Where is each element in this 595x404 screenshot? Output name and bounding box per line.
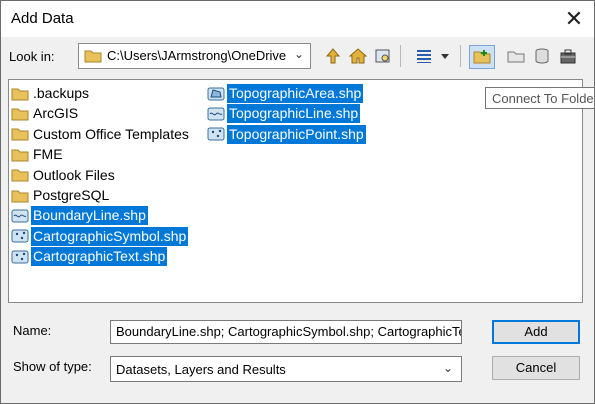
point-shapefile-icon — [11, 228, 29, 244]
point-shapefile-icon — [11, 249, 29, 265]
list-view-icon[interactable] — [413, 45, 435, 67]
list-item-label: ArcGIS — [33, 105, 79, 122]
name-input[interactable]: BoundaryLine.shp; CartographicSymbol.shp… — [110, 320, 462, 344]
title-bar: Add Data ✕ — [1, 1, 594, 37]
toolbox-icon[interactable] — [557, 45, 579, 67]
new-geodatabase-icon[interactable] — [531, 45, 553, 67]
connect-to-folder-icon[interactable] — [469, 45, 495, 69]
folder-icon — [11, 147, 29, 163]
list-item[interactable]: BoundaryLine.shp — [11, 206, 148, 226]
line-shapefile-icon — [207, 106, 225, 122]
catalog-view-icon[interactable] — [372, 45, 394, 67]
list-item[interactable]: PostgreSQL — [11, 186, 111, 205]
name-label: Name: — [13, 323, 52, 338]
show-of-type-label: Show of type: — [13, 359, 92, 374]
list-item-label: CartographicText.shp — [31, 247, 168, 267]
folder-icon — [11, 86, 29, 102]
folder-icon — [11, 188, 29, 204]
dialog-title: Add Data — [11, 10, 74, 27]
list-item[interactable]: TopographicLine.shp — [207, 104, 361, 124]
line-shapefile-icon — [11, 208, 29, 224]
chevron-down-icon: ⌄ — [442, 361, 453, 375]
list-item-label: TopographicPoint.shp — [227, 124, 366, 144]
view-dropdown-icon[interactable] — [437, 45, 453, 67]
point-shapefile-icon — [207, 126, 225, 142]
list-item[interactable]: .backups — [11, 84, 91, 103]
cancel-button[interactable]: Cancel — [492, 356, 580, 380]
add-button[interactable]: Add — [492, 320, 580, 344]
list-item[interactable]: FME — [11, 145, 65, 164]
connect-to-folder-tooltip: Connect To Folder — [485, 87, 595, 109]
list-item-label: PostgreSQL — [33, 187, 110, 203]
folder-icon — [11, 126, 29, 142]
up-one-level-icon[interactable] — [322, 45, 344, 67]
list-item-label: BoundaryLine.shp — [31, 206, 148, 226]
list-item-label: CartographicSymbol.shp — [31, 226, 189, 246]
list-item[interactable]: ArcGIS — [11, 104, 80, 123]
file-list[interactable]: .backups ArcGIS Custom Office Templates FME… — [8, 79, 583, 303]
list-item[interactable]: TopographicArea.shp — [207, 84, 364, 103]
new-folder-icon[interactable] — [505, 45, 527, 67]
add-data-dialog: Add Data ✕ Look in: C:\Users\JArmstrong\… — [0, 0, 595, 404]
list-item[interactable]: TopographicPoint.shp — [207, 124, 366, 144]
chevron-down-icon: ⌄ — [293, 47, 304, 61]
look-in-combo[interactable]: C:\Users\JArmstrong\OneDrive ⌄ — [78, 43, 311, 69]
show-of-type-value: Datasets, Layers and Results — [116, 362, 286, 377]
list-item[interactable]: Outlook Files — [11, 166, 117, 185]
list-item-label: Custom Office Templates — [33, 125, 189, 142]
list-item[interactable]: CartographicText.shp — [11, 247, 168, 267]
home-icon[interactable] — [347, 45, 369, 67]
list-item[interactable]: Custom Office Templates — [11, 125, 191, 144]
toolbar-separator — [400, 45, 401, 67]
folder-icon — [11, 106, 29, 122]
list-item-label: TopographicLine.shp — [227, 104, 361, 124]
show-of-type-select[interactable]: Datasets, Layers and Results ⌄ — [110, 356, 462, 382]
look-in-label: Look in: — [9, 49, 55, 64]
list-item-label: FME — [33, 146, 63, 163]
list-item-label: TopographicArea.shp — [227, 84, 364, 103]
look-in-path: C:\Users\JArmstrong\OneDrive — [107, 48, 287, 63]
list-item-label: .backups — [33, 85, 90, 101]
folder-icon — [11, 167, 29, 183]
folder-icon — [84, 49, 102, 66]
list-item[interactable]: CartographicSymbol.shp — [11, 226, 189, 246]
close-icon[interactable]: ✕ — [560, 5, 588, 33]
polygon-shapefile-icon — [207, 86, 225, 102]
list-item-label: Outlook Files — [33, 166, 115, 183]
toolbar-separator — [460, 45, 461, 67]
